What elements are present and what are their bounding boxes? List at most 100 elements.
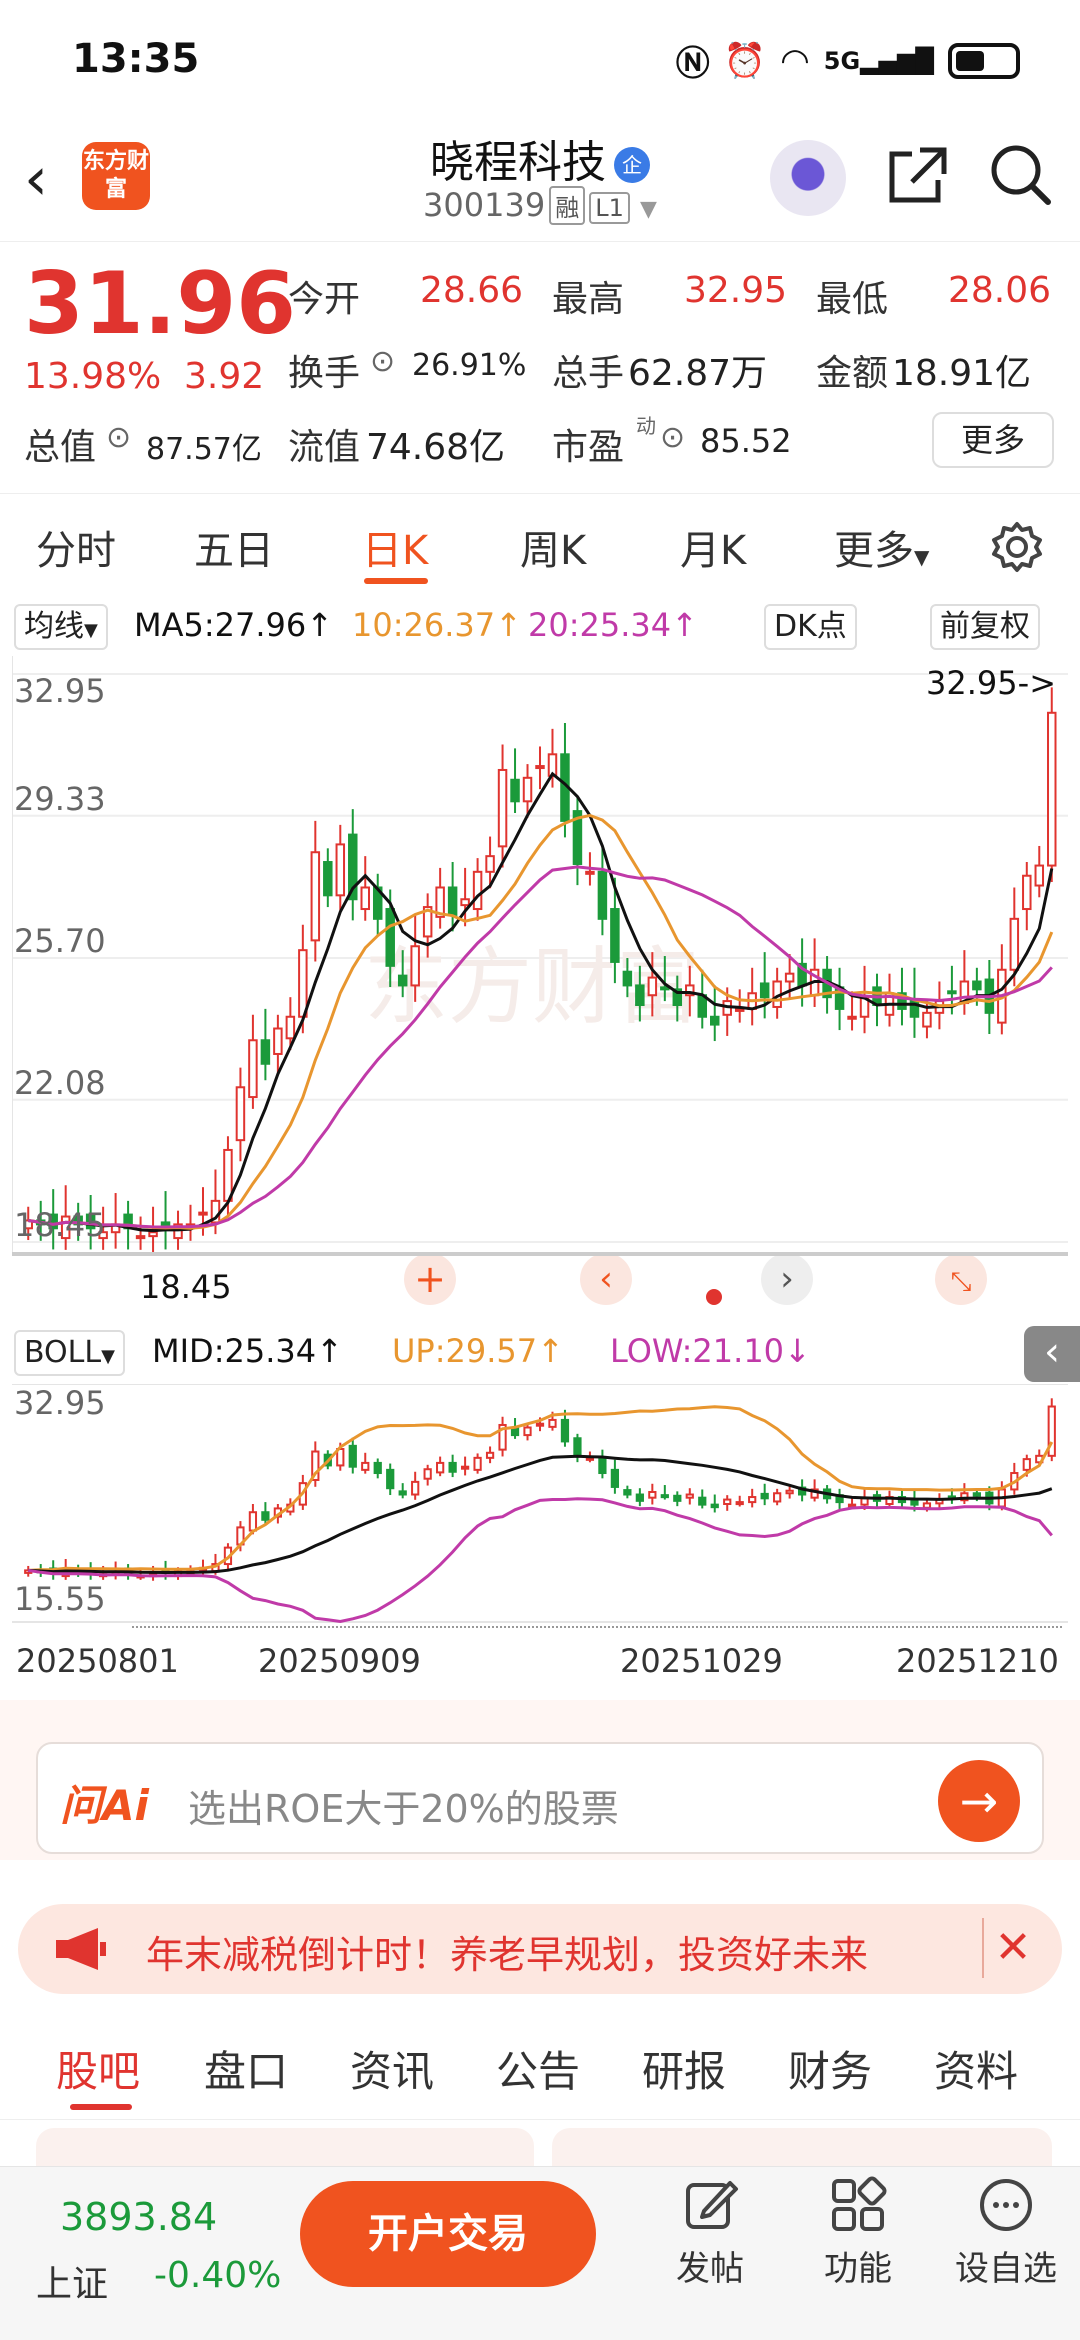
- nav-functions[interactable]: 功能: [788, 2175, 928, 2290]
- candle-body: [785, 1489, 794, 1495]
- float-cap-value: 74.68亿: [366, 427, 506, 468]
- candle-body: [1047, 711, 1057, 867]
- tab-more[interactable]: 更多▼: [834, 518, 929, 576]
- boll-chart[interactable]: 32.95 15.55: [12, 1384, 1068, 1624]
- tab-weekly-k[interactable]: 周K: [520, 518, 586, 576]
- stock-name: 晓程科技: [430, 137, 606, 188]
- nav-functions-label: 功能: [824, 2249, 892, 2289]
- robot-assistant-icon[interactable]: [770, 140, 846, 216]
- tab-monthly-k[interactable]: 月K: [680, 518, 746, 576]
- candle-body: [922, 1502, 932, 1509]
- tab-announcements[interactable]: 公告: [496, 2038, 580, 2099]
- candle-body: [548, 1418, 557, 1428]
- tab-daily-k[interactable]: 日K: [362, 518, 428, 576]
- candle-body: [497, 768, 508, 848]
- indicator-selector[interactable]: BOLL▼: [14, 1330, 125, 1376]
- candle-body: [685, 1493, 694, 1499]
- candle-body: [735, 1501, 744, 1506]
- kline-chart[interactable]: 东方财富 32.9529.3325.7022.0818.45 32.95-> 1…: [12, 656, 1068, 1316]
- share-icon[interactable]: [882, 140, 952, 210]
- nav-post-label: 发帖: [676, 2249, 744, 2289]
- ai-logo: 问Ai: [60, 1781, 149, 1830]
- candle-body: [485, 855, 495, 873]
- search-icon[interactable]: [986, 140, 1056, 210]
- candle-body: [598, 1456, 607, 1475]
- candle-body: [398, 1490, 407, 1496]
- tab-order-book[interactable]: 盘口: [204, 2038, 288, 2099]
- low-label: 最低: [816, 279, 889, 320]
- y-tick-label: 32.95: [14, 672, 106, 710]
- candle-body: [522, 776, 533, 803]
- last-price: 31.96: [24, 254, 297, 354]
- candle-body: [386, 1468, 395, 1490]
- turnover-value: 26.91%: [412, 348, 527, 383]
- candle-body: [622, 970, 633, 987]
- candle-body: [1009, 917, 1020, 971]
- tab-news[interactable]: 资讯: [350, 2038, 434, 2099]
- candle-body: [460, 898, 470, 907]
- candle-body: [748, 1496, 757, 1504]
- index-change[interactable]: -0.40%: [154, 2255, 281, 2296]
- tab-financials[interactable]: 财务: [788, 2038, 872, 2099]
- enterprise-badge: 企: [614, 147, 650, 183]
- index-name[interactable]: 上证: [36, 2255, 108, 2307]
- candle-body: [448, 1461, 457, 1473]
- candle-body: [535, 1422, 545, 1427]
- tab-profile[interactable]: 资料: [934, 2038, 1018, 2099]
- boll-low-value: LOW:21.10↓: [610, 1332, 811, 1370]
- chevron-down-icon[interactable]: ▼: [640, 197, 657, 222]
- amount-value: 18.91亿: [892, 353, 1032, 394]
- candle-body: [410, 945, 420, 987]
- candle-body: [660, 986, 670, 991]
- nav-post[interactable]: 发帖: [640, 2175, 780, 2290]
- wifi-icon: ◠: [780, 40, 810, 81]
- tab-intraday[interactable]: 分时: [36, 518, 116, 576]
- market-cap-value: 87.57亿: [146, 432, 262, 467]
- candle-body: [647, 976, 658, 997]
- boll-indicator-bar: BOLL▼ MID:25.34↑ UP:29.57↑ LOW:21.10↓ ‹: [0, 1326, 1080, 1382]
- change-percent: 13.98%: [24, 356, 162, 397]
- level-tag[interactable]: L1: [589, 192, 630, 224]
- ai-search-section: 问Ai 选出ROE大于20%的股票 →: [0, 1700, 1080, 1860]
- y-tick-label: 18.45: [14, 1206, 106, 1244]
- candle-body: [397, 974, 408, 987]
- info-icon[interactable]: ⊙: [106, 420, 131, 455]
- close-icon[interactable]: ✕: [982, 1918, 1042, 1978]
- boll-bands: [27, 1405, 1054, 1624]
- more-quote-button[interactable]: 更多: [932, 412, 1054, 468]
- candle-body: [273, 1027, 283, 1055]
- candle-body: [947, 990, 957, 995]
- dk-point-selector[interactable]: DK点: [764, 604, 857, 650]
- chevron-left-icon: ‹: [599, 1259, 613, 1299]
- chat-icon: [980, 2179, 1032, 2231]
- ma-selector[interactable]: 均线▼: [14, 604, 108, 650]
- high-value: 32.95: [684, 270, 788, 311]
- promo-notice[interactable]: 年末减税倒计时！养老早规划，投资好未来 ✕: [18, 1904, 1062, 1994]
- y-tick-label: 29.33: [14, 780, 106, 818]
- info-icon[interactable]: ⊙: [370, 344, 395, 379]
- candle-body: [723, 1498, 732, 1506]
- price-adjust-selector[interactable]: 前复权: [930, 604, 1040, 650]
- arrow-right-icon[interactable]: →: [938, 1760, 1020, 1842]
- collapse-panel-button[interactable]: ‹: [1024, 1326, 1080, 1382]
- tab-forum[interactable]: 股吧: [56, 2038, 140, 2099]
- candle-body: [373, 1461, 382, 1475]
- candle-body: [198, 1211, 208, 1216]
- nav-add-watchlist[interactable]: 设自选: [936, 2175, 1076, 2290]
- ai-search-input[interactable]: 选出ROE大于20%的股票: [188, 1778, 619, 1833]
- candle-body: [523, 1426, 532, 1437]
- post-icon: [686, 2181, 738, 2229]
- info-icon[interactable]: ⊙: [660, 420, 685, 455]
- candle-body: [360, 886, 370, 911]
- settings-gear-icon[interactable]: [990, 520, 1044, 574]
- tab-research[interactable]: 研报: [642, 2038, 726, 2099]
- open-account-trade-button[interactable]: 开户交易: [300, 2181, 596, 2287]
- pe-dynamic-sup: 动: [636, 414, 656, 438]
- axis-ticks: [132, 1626, 1062, 1636]
- bottom-nav: 3893.84 上证 -0.40% 开户交易 发帖 功能 设自选: [0, 2166, 1080, 2340]
- index-value[interactable]: 3893.84: [60, 2195, 217, 2239]
- candle-body: [510, 778, 520, 803]
- tab-five-day[interactable]: 五日: [194, 518, 274, 576]
- chevron-right-icon: ›: [780, 1259, 794, 1299]
- ai-search-box[interactable]: 问Ai 选出ROE大于20%的股票 →: [36, 1742, 1044, 1854]
